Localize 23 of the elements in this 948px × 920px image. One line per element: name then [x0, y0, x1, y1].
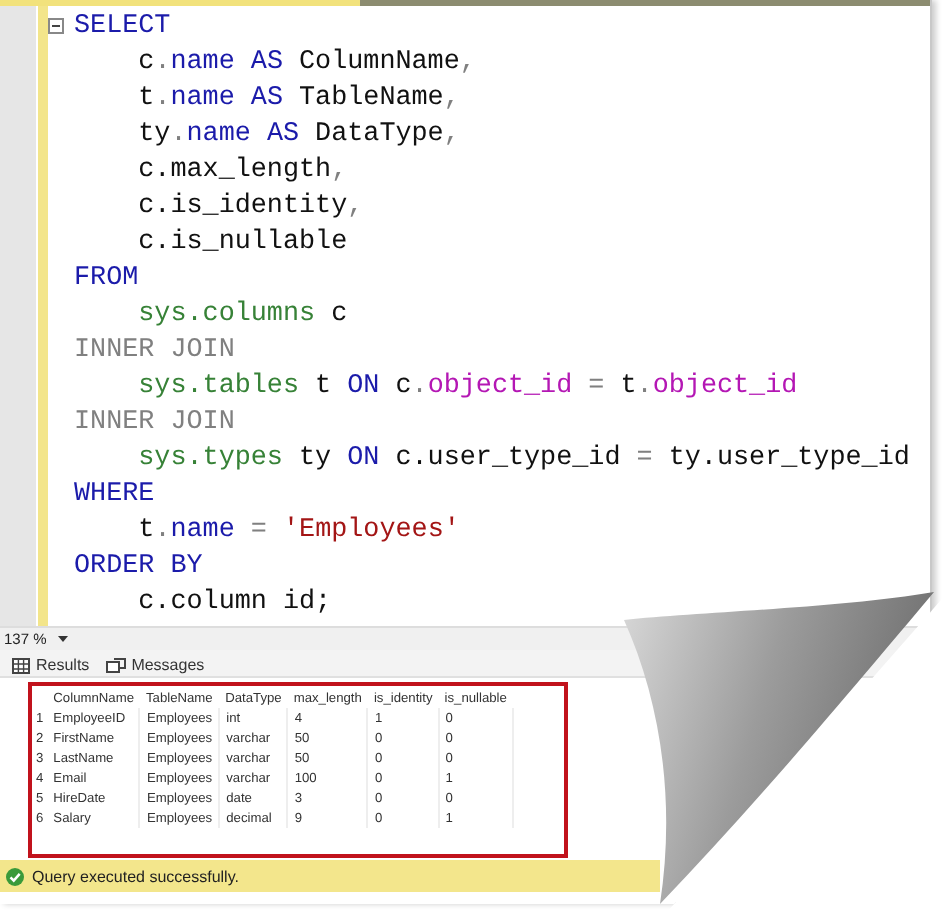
results-tab[interactable]: Results [12, 656, 90, 674]
dropdown-icon[interactable] [58, 635, 69, 643]
code-line: c.is_identity, [136, 190, 366, 226]
success-icon [6, 867, 24, 885]
code-line: c.max_length, [136, 154, 350, 190]
collapse-icon[interactable] [48, 18, 64, 34]
code-line: t.name AS TableName, [136, 82, 462, 118]
code-line: c.column id; [136, 586, 334, 622]
code-line: t.name = 'Employees' [136, 514, 462, 550]
results-tab[interactable]: Messages [105, 656, 205, 674]
code-line: sys.columns c [136, 298, 350, 334]
code-line: WHERE [72, 478, 157, 514]
code-line: INNER JOIN [72, 334, 237, 370]
code-line: sys.types ty ON c.user_type_id = ty.user_type_id [136, 442, 912, 478]
code-line: ty.name AS DataType, [136, 118, 462, 154]
code-line: INNER JOIN [72, 406, 237, 442]
status-message: Query executed successfully. [32, 867, 239, 885]
code-line: sys.tables t ON c.object_id = t.object_id [136, 370, 800, 406]
code-line: SELECT [72, 10, 173, 46]
code-line: ORDER BY [72, 550, 205, 586]
code-line: c.is_nullable [136, 226, 350, 262]
code-line: c.name AS ColumnName, [136, 46, 478, 82]
code-line: FROM [72, 262, 141, 298]
